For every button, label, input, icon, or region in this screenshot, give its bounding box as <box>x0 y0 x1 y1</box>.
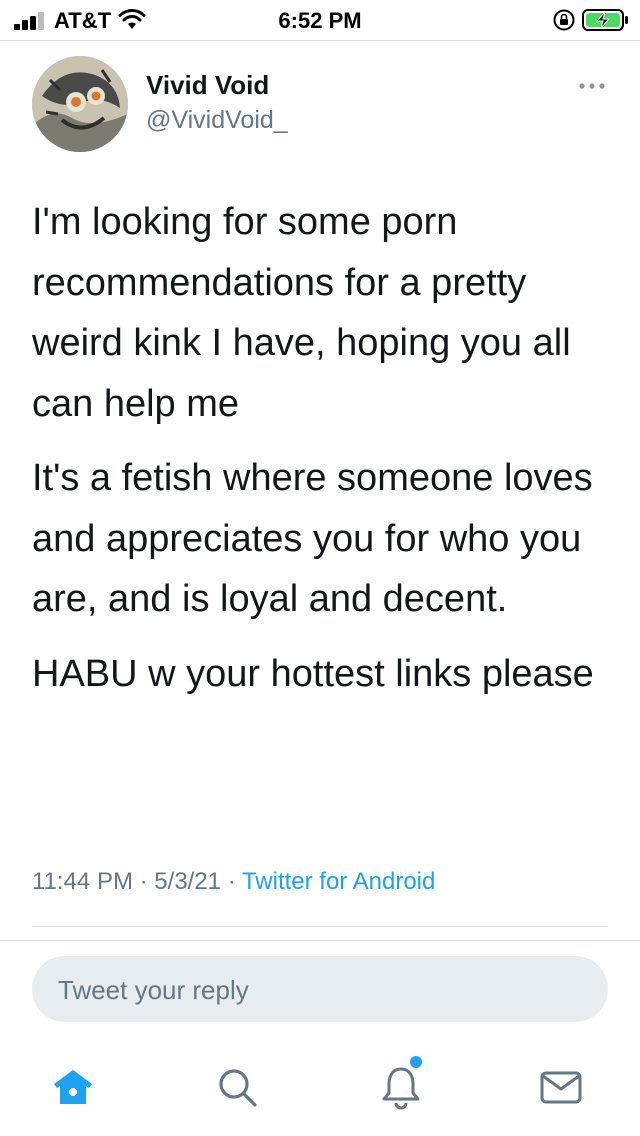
avatar[interactable] <box>32 56 128 152</box>
avatar-image <box>32 56 128 152</box>
messages-icon[interactable] <box>538 1064 584 1110</box>
tweet-text: I'm looking for some porn recommendation… <box>32 192 612 718</box>
tweet-time: 11:44 PM <box>32 868 133 895</box>
more-options-icon[interactable] <box>576 76 608 96</box>
tweet-source-link[interactable]: Twitter for Android <box>242 868 435 895</box>
tweet-paragraph: It's a fetish where someone loves and ap… <box>32 457 593 620</box>
tweet-paragraph: I'm looking for some porn recommendation… <box>32 201 571 425</box>
reply-placeholder: Tweet your reply <box>58 975 249 1005</box>
status-time: 6:52 PM <box>278 8 362 33</box>
tweet-metadata: 11:44 PM · 5/3/21 · Twitter for Android <box>32 868 435 896</box>
divider <box>0 940 640 941</box>
home-icon[interactable] <box>50 1064 96 1110</box>
display-name[interactable]: Vivid Void <box>146 70 269 101</box>
notification-badge <box>410 1056 422 1068</box>
tweet-date: 5/3/21 <box>154 868 222 895</box>
battery-charging-icon <box>582 9 628 31</box>
reply-input[interactable]: Tweet your reply <box>32 956 608 1022</box>
separator: · <box>139 868 148 895</box>
notifications-icon[interactable] <box>378 1064 424 1110</box>
divider <box>0 40 640 41</box>
rotation-lock-icon <box>553 9 575 31</box>
separator: · <box>227 868 236 895</box>
divider <box>32 926 608 927</box>
tweet-paragraph: HABU w your hottest links please <box>32 652 594 695</box>
status-bar: AT&T 6:52 PM <box>0 0 640 40</box>
user-handle[interactable]: @VividVoid_ <box>146 106 288 135</box>
search-icon[interactable] <box>214 1064 260 1110</box>
